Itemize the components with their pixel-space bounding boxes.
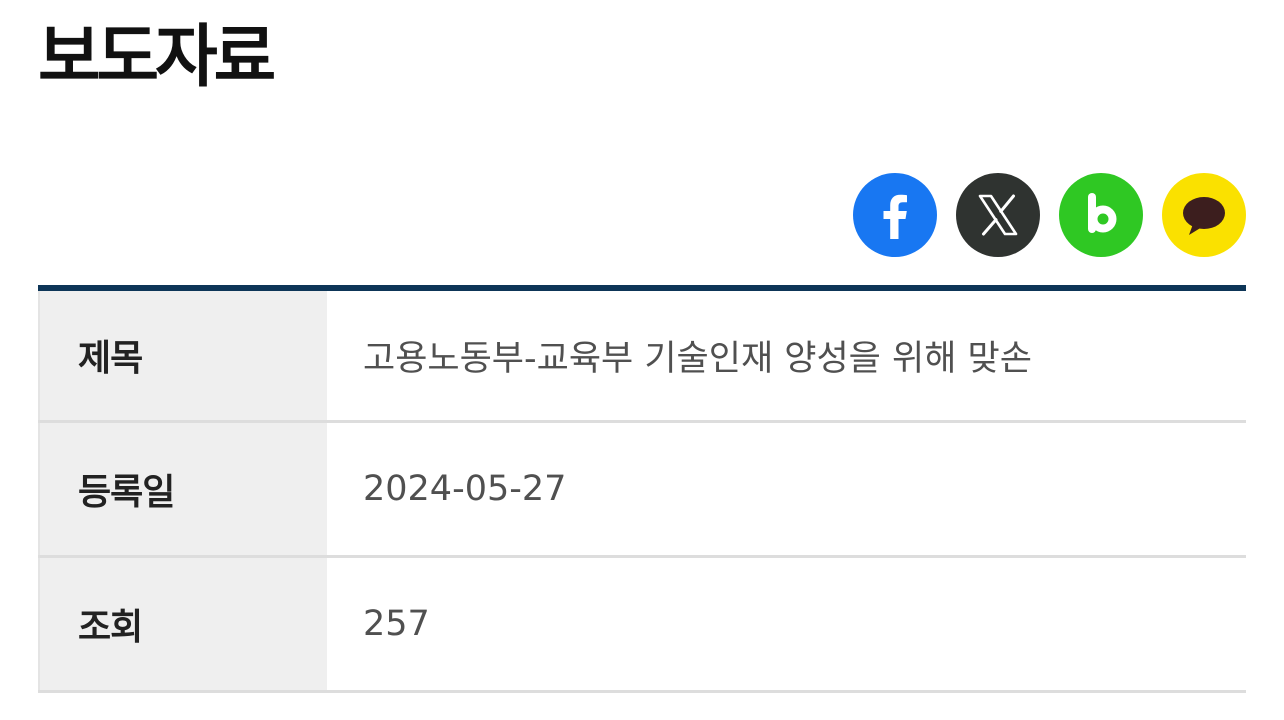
x-icon xyxy=(978,194,1018,236)
share-kakaotalk-button[interactable] xyxy=(1162,173,1246,257)
page-title: 보도자료 xyxy=(38,18,276,97)
title-value: 고용노동부-교육부 기술인재 양성을 위해 맞손 xyxy=(363,338,1032,379)
views-label: 조회 xyxy=(38,556,327,691)
table-row-date: 등록일 2024-05-27 xyxy=(38,421,1246,556)
share-bar xyxy=(853,173,1246,257)
facebook-icon xyxy=(883,194,907,239)
share-x-button[interactable] xyxy=(956,173,1040,257)
title-label: 제목 xyxy=(38,288,327,421)
table-row-title: 제목 고용노동부-교육부 기술인재 양성을 위해 맞손 xyxy=(38,288,1246,421)
date-value: 2024-05-27 xyxy=(363,468,567,509)
share-band-button[interactable] xyxy=(1059,173,1143,257)
date-label: 등록일 xyxy=(38,421,327,556)
views-value: 257 xyxy=(363,603,430,644)
band-icon xyxy=(1088,193,1117,233)
share-facebook-button[interactable] xyxy=(853,173,937,257)
kakaotalk-icon xyxy=(1183,197,1225,235)
article-info-table: 제목 고용노동부-교육부 기술인재 양성을 위해 맞손 등록일 2024-05-… xyxy=(38,285,1246,693)
table-row-views: 조회 257 xyxy=(38,556,1246,691)
